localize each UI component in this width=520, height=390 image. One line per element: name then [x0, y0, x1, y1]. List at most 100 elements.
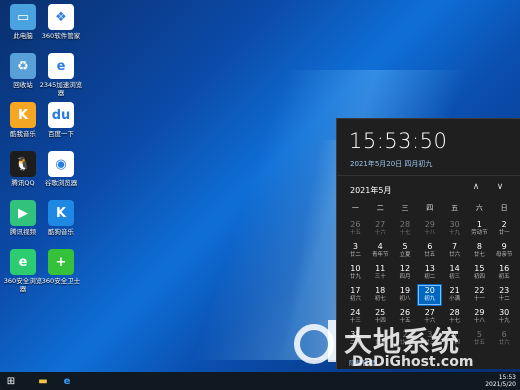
day-number: 10	[350, 264, 361, 273]
calendar-day[interactable]: 4 青年节	[368, 240, 393, 262]
calendar-day[interactable]: 8 廿七	[467, 240, 492, 262]
day-number: 27	[375, 220, 386, 229]
desktop-icon[interactable]: K 酷狗音乐	[39, 200, 83, 236]
day-number: 29	[474, 308, 485, 317]
lunar-date: 廿六	[449, 252, 461, 258]
lunar-date: 初八	[399, 296, 411, 302]
calendar-day[interactable]: 11 三十	[368, 262, 393, 284]
recycle-bin-icon: ♻	[10, 53, 36, 79]
month-label[interactable]: 2021年5月	[350, 185, 391, 196]
calendar-day[interactable]: 5 立夏	[393, 240, 418, 262]
calendar-day[interactable]: 27 十六	[368, 218, 393, 240]
desktop-icon[interactable]: ◉ 谷歌浏览器	[39, 151, 83, 187]
day-number: 29	[424, 220, 435, 229]
360-security-icon: +	[48, 249, 74, 275]
calendar-day[interactable]: 13 初二	[417, 262, 442, 284]
lunar-date: 廿二	[349, 252, 361, 258]
day-number: 11	[375, 264, 386, 273]
day-number: 26	[350, 220, 361, 229]
weekday-label: 六	[475, 204, 483, 212]
day-number: 18	[375, 286, 386, 295]
calendar-day[interactable]: 15 初四	[467, 262, 492, 284]
calendar-day[interactable]: 22 十一	[467, 284, 492, 306]
calendar-day[interactable]: 9 母亲节	[492, 240, 517, 262]
day-number: 3	[352, 242, 358, 251]
day-number: 6	[427, 242, 433, 251]
weekday-label: 日	[500, 204, 508, 212]
desktop-icon-label: 2345加速浏览器	[39, 81, 83, 97]
lunar-date: 十五	[349, 230, 361, 236]
day-number: 21	[449, 286, 460, 295]
lunar-date: 小满	[449, 296, 461, 302]
lunar-date: 初二	[424, 274, 436, 280]
weekday-label: 三	[401, 204, 409, 212]
calendar-day[interactable]: 1 劳动节	[467, 218, 492, 240]
kugou-music-icon: K	[48, 200, 74, 226]
desktop-icon[interactable]: du 百度一下	[39, 102, 83, 138]
weekday-label: 一	[351, 204, 359, 212]
lunar-date: 初五	[498, 274, 510, 280]
taskbar-browser[interactable]: e	[58, 372, 76, 390]
kuwo-music-icon: K	[10, 102, 36, 128]
day-number: 15	[474, 264, 485, 273]
calendar-day[interactable]: 21 小满	[442, 284, 467, 306]
calendar-day[interactable]: 2 廿一	[492, 218, 517, 240]
desktop-icon-label: 酷狗音乐	[48, 228, 74, 236]
lunar-date: 廿五	[424, 252, 436, 258]
lunar-date: 劳动节	[471, 230, 488, 236]
lunar-date: 初六	[349, 296, 361, 302]
taskbar-file-explorer[interactable]: ▬	[34, 372, 52, 390]
baidu-icon: du	[48, 102, 74, 128]
day-number: 24	[350, 308, 361, 317]
day-number: 4	[377, 242, 383, 251]
watermark-url: DaDiGhost.com	[352, 354, 474, 370]
tray-date: 2021/5/20	[485, 381, 516, 388]
full-date-link[interactable]: 2021年5月20日 四月初九	[350, 159, 432, 169]
desktop-icon-label: 360安全卫士	[41, 277, 81, 285]
calendar-day[interactable]: 28 十七	[393, 218, 418, 240]
previous-month-button[interactable]: ∧	[469, 182, 483, 192]
day-number: 28	[449, 308, 460, 317]
360-browser-icon: e	[10, 249, 36, 275]
calendar-day[interactable]: 30 十九	[442, 218, 467, 240]
calendar-day[interactable]: 19 初八	[393, 284, 418, 306]
desktop-icon[interactable]: ❖ 360软件管家	[39, 4, 83, 40]
calendar-day[interactable]: 26 十五	[343, 218, 368, 240]
calendar-day[interactable]: 6 廿五	[417, 240, 442, 262]
day-number: 30	[449, 220, 460, 229]
desktop-icon-label: 360软件管家	[41, 32, 81, 40]
calendar-day[interactable]: 23 十二	[492, 284, 517, 306]
calendar-day[interactable]: 3 廿二	[343, 240, 368, 262]
day-number: 14	[449, 264, 460, 273]
calendar-day[interactable]: 16 初五	[492, 262, 517, 284]
lunar-date: 初七	[374, 296, 386, 302]
tray-clock[interactable]: 15:53 2021/5/20	[485, 374, 516, 388]
calendar-day[interactable]: 14 初三	[442, 262, 467, 284]
calendar-day[interactable]: 7 廿六	[442, 240, 467, 262]
watermark-logo: 大地系统 DaDiGhost.com	[292, 318, 520, 372]
desktop-icon[interactable]: e 2345加速浏览器	[39, 53, 83, 97]
2345-browser-icon: e	[48, 53, 74, 79]
calendar-day[interactable]: 12 四月	[393, 262, 418, 284]
lunar-date: 青年节	[371, 252, 389, 258]
next-month-button[interactable]: ∨	[493, 182, 507, 192]
desktop-icon[interactable]: +360安全卫士	[39, 249, 83, 285]
calendar-day[interactable]: 29 十八	[417, 218, 442, 240]
day-number: 19	[399, 286, 411, 295]
divider	[337, 175, 520, 176]
day-number: 17	[350, 286, 361, 295]
desktop-icon-label: 百度一下	[48, 130, 74, 138]
lunar-date: 十一	[473, 296, 485, 302]
lunar-date: 初三	[449, 274, 461, 280]
calendar-day[interactable]: 10 廿九	[343, 262, 368, 284]
calendar-day[interactable]: 18 初七	[368, 284, 393, 306]
day-number: 23	[499, 286, 510, 295]
start-button[interactable]: ⊞	[2, 372, 20, 390]
calendar-day-today[interactable]: 20 初九	[417, 284, 443, 306]
day-number: 12	[399, 264, 411, 273]
day-number: 22	[474, 286, 485, 295]
weekday-label: 二	[376, 204, 384, 212]
lunar-date: 廿九	[349, 274, 361, 280]
calendar-day[interactable]: 17 初六	[343, 284, 368, 306]
clock-time: 15:53:50	[349, 129, 448, 153]
